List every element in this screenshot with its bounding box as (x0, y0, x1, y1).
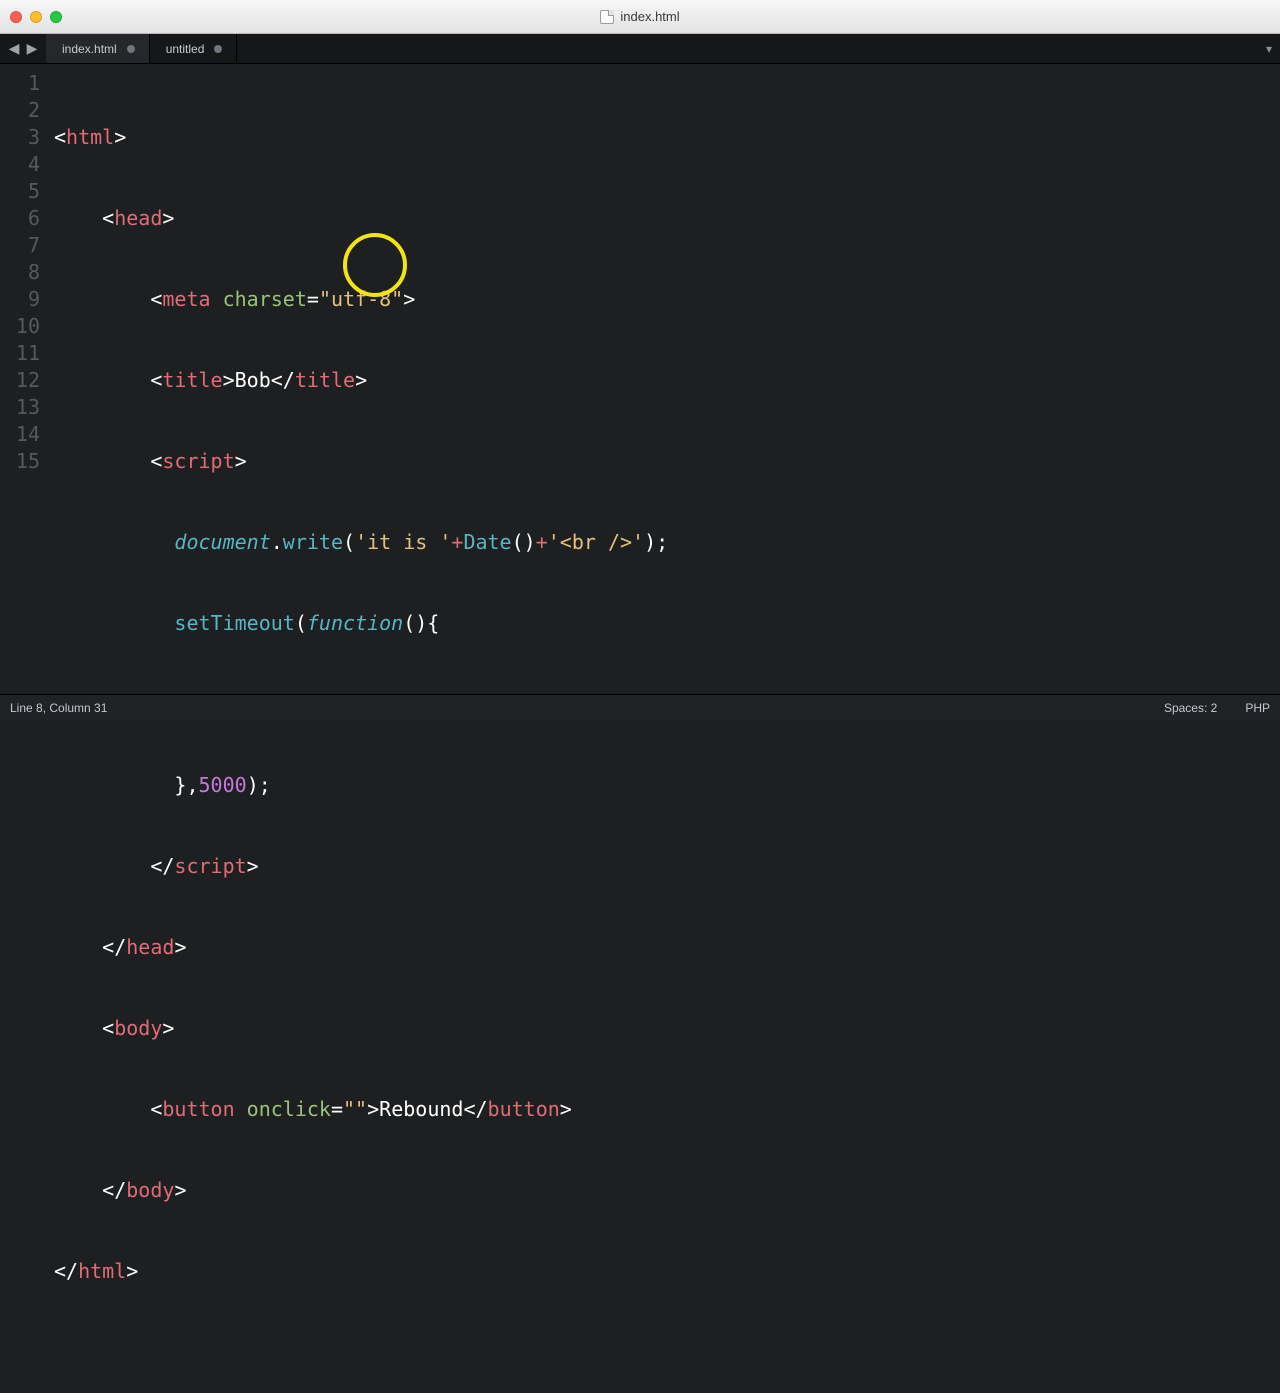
tab-label: untitled (166, 42, 205, 56)
minimize-icon[interactable] (30, 11, 42, 23)
line-gutter: 123456789101112131415 (0, 64, 50, 694)
code-line: </head> (54, 934, 1280, 961)
code-line: <head> (54, 205, 1280, 232)
code-line: </body> (54, 1177, 1280, 1204)
language-mode[interactable]: PHP (1231, 701, 1270, 715)
code-line: <button onclick="">Rebound</button> (54, 1096, 1280, 1123)
tab-label: index.html (62, 42, 117, 56)
line-number: 1 (0, 70, 40, 97)
window-title: index.html (620, 9, 679, 24)
code-line: },5000); (54, 772, 1280, 799)
code-line: <meta charset="utf-8"> (54, 286, 1280, 313)
tab-untitled[interactable]: untitled (150, 34, 238, 63)
line-number: 10 (0, 313, 40, 340)
maximize-icon[interactable] (50, 11, 62, 23)
nav-back-icon[interactable]: ◀ (6, 41, 22, 57)
line-number: 12 (0, 367, 40, 394)
tab-index-html[interactable]: index.html (46, 34, 150, 63)
line-number: 9 (0, 286, 40, 313)
tab-overflow-icon[interactable]: ▾ (1266, 34, 1272, 63)
code-line: setTimeout(function(){ (54, 610, 1280, 637)
line-number: 11 (0, 340, 40, 367)
nav-forward-icon[interactable]: ▶ (24, 41, 40, 57)
cursor-position[interactable]: Line 8, Column 31 (10, 701, 121, 715)
code-area[interactable]: <html> <head> <meta charset="utf-8"> <ti… (50, 64, 1280, 694)
code-line: document.write('it is '+Date()+'<br />')… (54, 529, 1280, 556)
dirty-indicator-icon (214, 45, 222, 53)
window-titlebar: index.html (0, 0, 1280, 34)
dirty-indicator-icon (127, 45, 135, 53)
close-icon[interactable] (10, 11, 22, 23)
line-number: 13 (0, 394, 40, 421)
nav-buttons: ◀ ▶ (0, 34, 46, 63)
code-line: <body> (54, 1015, 1280, 1042)
indent-setting[interactable]: Spaces: 2 (1150, 701, 1231, 715)
code-line: </html> (54, 1258, 1280, 1285)
line-number: 2 (0, 97, 40, 124)
line-number: 6 (0, 205, 40, 232)
line-number: 8 (0, 259, 40, 286)
code-line: <title>Bob</title> (54, 367, 1280, 394)
code-line: <html> (54, 124, 1280, 151)
line-number: 7 (0, 232, 40, 259)
traffic-lights (10, 11, 62, 23)
line-number: 5 (0, 178, 40, 205)
line-number: 4 (0, 151, 40, 178)
line-number: 3 (0, 124, 40, 151)
tab-bar: ◀ ▶ index.html untitled ▾ (0, 34, 1280, 64)
document-icon (600, 10, 614, 24)
code-editor[interactable]: 123456789101112131415 <html> <head> <met… (0, 64, 1280, 694)
code-line: </script> (54, 853, 1280, 880)
code-line: <script> (54, 448, 1280, 475)
line-number: 15 (0, 448, 40, 475)
status-bar: Line 8, Column 31 Spaces: 2 PHP (0, 694, 1280, 720)
line-number: 14 (0, 421, 40, 448)
